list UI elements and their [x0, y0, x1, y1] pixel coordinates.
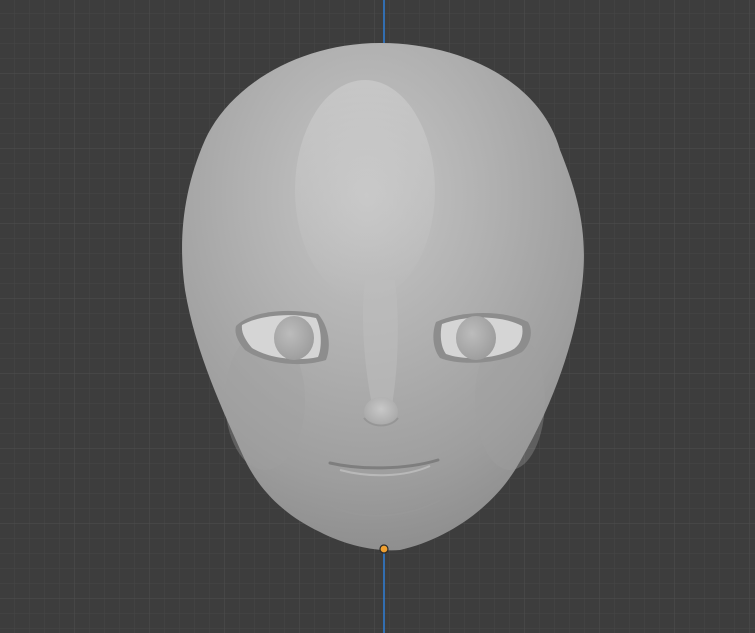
forehead-highlight [295, 80, 435, 300]
object-origin-icon[interactable] [379, 544, 389, 554]
left-eye-iris [274, 316, 314, 360]
viewport-canvas[interactable] [0, 0, 755, 633]
right-eye-iris [456, 316, 496, 360]
3d-viewport[interactable] [0, 0, 755, 633]
